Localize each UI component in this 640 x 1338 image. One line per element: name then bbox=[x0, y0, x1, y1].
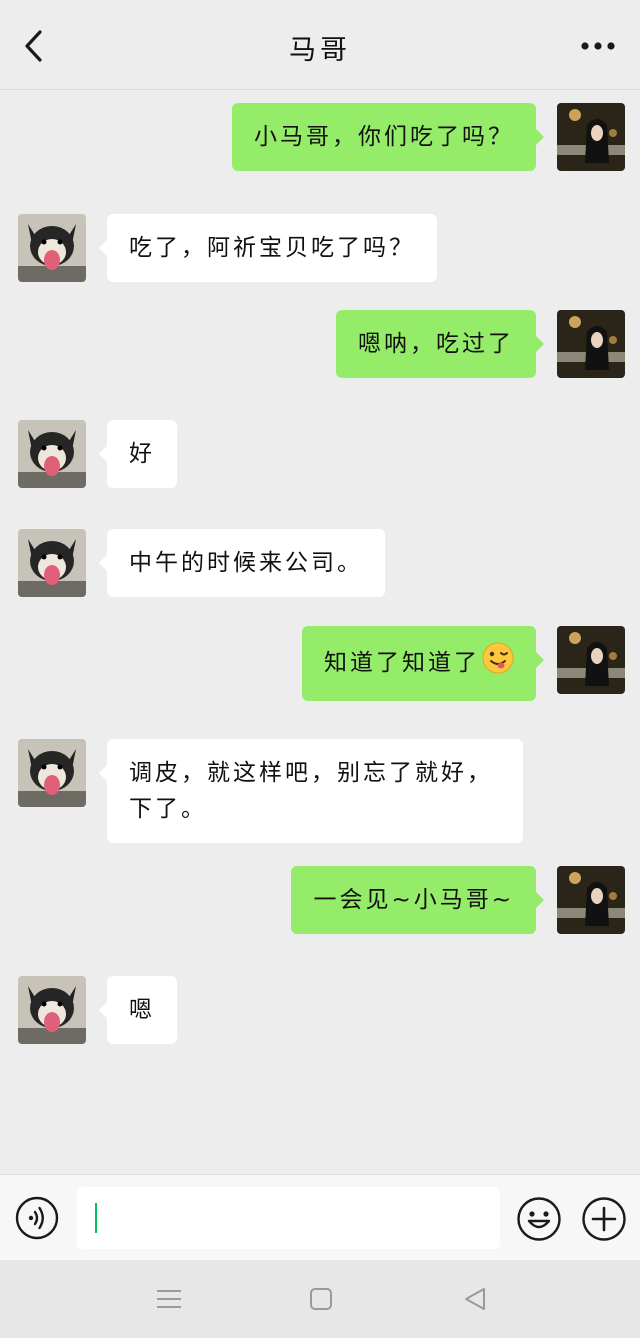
chat-header: 马哥 bbox=[0, 0, 640, 90]
more-actions-button[interactable] bbox=[581, 1196, 627, 1242]
message-bubble[interactable]: 嗯 bbox=[99, 976, 177, 1044]
system-back-button[interactable] bbox=[460, 1284, 490, 1314]
winking-tongue-emoji-icon bbox=[482, 642, 514, 685]
message-bubble[interactable]: 好 bbox=[99, 420, 177, 488]
contact-avatar[interactable] bbox=[18, 976, 86, 1044]
my-avatar[interactable] bbox=[557, 626, 625, 694]
dog-photo bbox=[18, 420, 86, 488]
contact-avatar[interactable] bbox=[18, 739, 86, 807]
contact-avatar[interactable] bbox=[18, 529, 86, 597]
home-button[interactable] bbox=[306, 1284, 336, 1314]
contact-avatar[interactable] bbox=[18, 420, 86, 488]
back-triangle-icon bbox=[465, 1288, 485, 1310]
plus-circle-icon bbox=[582, 1197, 626, 1241]
text-caret bbox=[95, 1203, 97, 1233]
message-bubble[interactable]: 一会见~小马哥~ bbox=[291, 866, 544, 934]
page-title: 马哥 bbox=[289, 35, 351, 66]
message-bubble[interactable]: 嗯呐，吃过了 bbox=[336, 310, 544, 378]
girl-night-photo bbox=[557, 626, 625, 694]
smiley-icon bbox=[517, 1197, 561, 1241]
system-nav-bar bbox=[0, 1260, 640, 1338]
menu-icon bbox=[157, 1290, 181, 1308]
message-bubble[interactable]: 知道了知道了 bbox=[302, 626, 544, 701]
dog-photo bbox=[18, 529, 86, 597]
more-options-button[interactable] bbox=[576, 28, 620, 64]
ellipsis-icon bbox=[581, 42, 615, 50]
voice-button[interactable] bbox=[15, 1196, 59, 1240]
girl-night-photo bbox=[557, 866, 625, 934]
girl-night-photo bbox=[557, 103, 625, 171]
my-avatar[interactable] bbox=[557, 103, 625, 171]
contact-avatar[interactable] bbox=[18, 214, 86, 282]
input-bar bbox=[0, 1174, 640, 1260]
girl-night-photo bbox=[557, 310, 625, 378]
message-input[interactable] bbox=[77, 1187, 500, 1249]
message-bubble[interactable]: 小马哥，你们吃了吗？ bbox=[232, 103, 544, 171]
recent-apps-button[interactable] bbox=[154, 1284, 184, 1314]
dog-photo bbox=[18, 976, 86, 1044]
emoji-button[interactable] bbox=[516, 1196, 562, 1242]
dog-photo bbox=[18, 739, 86, 807]
my-avatar[interactable] bbox=[557, 866, 625, 934]
message-list[interactable]: 小马哥，你们吃了吗？ 吃了，阿祈宝贝吃了吗？ 嗯呐，吃过了 好 中午的时候来公司… bbox=[0, 90, 640, 1174]
message-text: 知道了知道了 bbox=[324, 650, 480, 676]
dog-photo bbox=[18, 214, 86, 282]
voice-icon bbox=[15, 1196, 59, 1240]
message-bubble[interactable]: 中午的时候来公司。 bbox=[99, 529, 385, 597]
message-bubble[interactable]: 调皮，就这样吧，别忘了就好，下了。 bbox=[99, 739, 523, 843]
home-square-icon bbox=[310, 1288, 332, 1310]
message-bubble[interactable]: 吃了，阿祈宝贝吃了吗？ bbox=[99, 214, 437, 282]
my-avatar[interactable] bbox=[557, 310, 625, 378]
